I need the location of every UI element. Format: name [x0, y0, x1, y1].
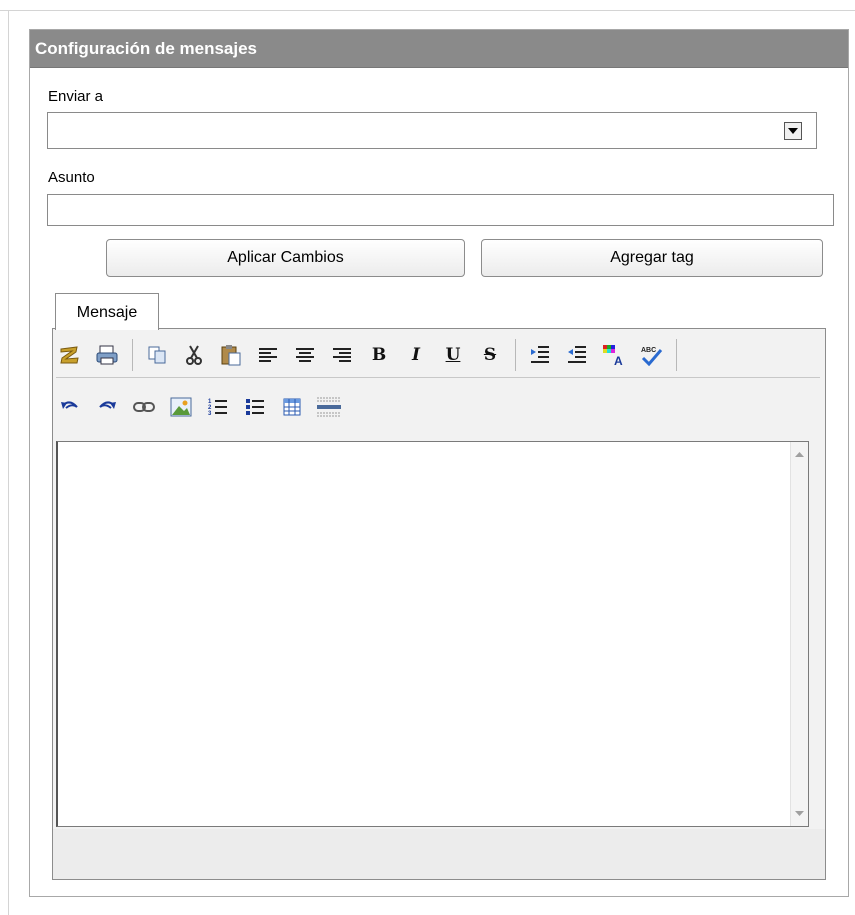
- unordered-list-icon[interactable]: [241, 393, 269, 421]
- align-center-icon[interactable]: [291, 341, 319, 369]
- image-icon[interactable]: [167, 393, 195, 421]
- tab-message[interactable]: Mensaje: [55, 293, 159, 330]
- paste-icon[interactable]: [217, 341, 245, 369]
- strikethrough-icon[interactable]: S: [476, 341, 504, 369]
- panel-title: Configuración de mensajes: [30, 30, 848, 68]
- svg-text:3: 3: [208, 411, 212, 417]
- page-left-divider: [8, 10, 9, 915]
- add-tag-button[interactable]: Agregar tag: [481, 239, 823, 277]
- dropdown-arrow-icon[interactable]: [784, 122, 802, 140]
- ordered-list-icon[interactable]: 123: [204, 393, 232, 421]
- toolbar-separator: [132, 339, 133, 371]
- editor-status-bar: [53, 829, 825, 879]
- toolbar-separator: [676, 339, 677, 371]
- page-top-divider: [0, 10, 855, 11]
- editor-scrollbar[interactable]: [790, 442, 808, 826]
- italic-icon[interactable]: I: [402, 341, 430, 369]
- send-to-label: Enviar a: [48, 88, 104, 105]
- spellcheck-icon[interactable]: ABC: [637, 341, 665, 369]
- rich-text-editor: B I U S A ABC 123: [52, 328, 826, 880]
- editor-toolbar-row-1: B I U S A ABC: [56, 333, 820, 378]
- indent-icon[interactable]: [526, 341, 554, 369]
- svg-text:A: A: [614, 354, 623, 366]
- text-color-icon[interactable]: A: [600, 341, 628, 369]
- message-settings-panel: Configuración de mensajes Enviar a Asunt…: [29, 29, 849, 897]
- print-icon[interactable]: [93, 341, 121, 369]
- bold-icon[interactable]: B: [365, 341, 393, 369]
- table-icon[interactable]: [278, 393, 306, 421]
- undo-icon[interactable]: [56, 393, 84, 421]
- message-body-editor[interactable]: [56, 441, 809, 827]
- redo-icon[interactable]: [93, 393, 121, 421]
- align-left-icon[interactable]: [254, 341, 282, 369]
- outdent-icon[interactable]: [563, 341, 591, 369]
- cut-icon[interactable]: [180, 341, 208, 369]
- toolbar-separator: [515, 339, 516, 371]
- svg-text:ABC: ABC: [641, 347, 656, 354]
- editor-toolbar-row-2: 123: [56, 385, 820, 429]
- subject-input[interactable]: [47, 194, 834, 226]
- copy-icon[interactable]: [143, 341, 171, 369]
- scroll-down-arrow-icon[interactable]: [795, 811, 804, 816]
- apply-changes-button[interactable]: Aplicar Cambios: [106, 239, 465, 277]
- align-right-icon[interactable]: [328, 341, 356, 369]
- horizontal-rule-icon[interactable]: [315, 393, 343, 421]
- subject-label: Asunto: [48, 169, 95, 186]
- scroll-up-arrow-icon[interactable]: [795, 452, 804, 457]
- new-document-icon[interactable]: [56, 341, 84, 369]
- send-to-select[interactable]: [47, 112, 817, 149]
- underline-icon[interactable]: U: [439, 341, 467, 369]
- link-icon[interactable]: [130, 393, 158, 421]
